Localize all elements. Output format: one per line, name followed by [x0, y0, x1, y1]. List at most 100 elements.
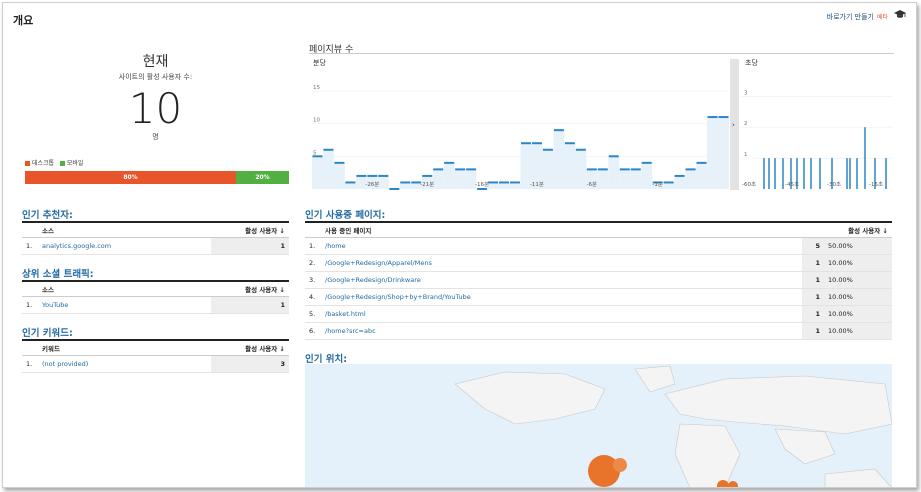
count-unit: 명	[152, 133, 159, 141]
col-source: 소스	[38, 282, 211, 297]
bar-fill	[564, 143, 576, 189]
bar-fill	[718, 117, 729, 189]
x-tick-label: -21분	[420, 181, 434, 188]
bar-fill	[707, 117, 719, 189]
table-row: 3./Google+Redesign/Drinkware 1 10.00%	[305, 271, 892, 289]
page-user-count: 1	[802, 271, 824, 289]
bar-fill	[432, 169, 444, 189]
col-active-users[interactable]: 활성 사용자 ↓	[824, 223, 892, 238]
table-row: 6./home?src=abc 1 10.00%	[305, 322, 892, 340]
location-bubble[interactable]	[613, 458, 627, 472]
x-tick-label: -6분	[587, 181, 598, 188]
page-user-percent: 10.00%	[824, 271, 892, 289]
sort-arrow-icon: ↓	[279, 286, 285, 294]
table-row: 2./Google+Redesign/Apparel/Mens 1 10.00%	[305, 254, 892, 272]
page-user-percent: 10.00%	[824, 305, 892, 323]
page-link[interactable]: /basket.html	[321, 305, 802, 323]
keywords-table: 키워드 활성 사용자 ↓ 1. (not provided) 3	[22, 341, 289, 373]
bar-fill	[696, 162, 708, 189]
keywords-title: 인기 키워드:	[22, 328, 73, 339]
x-tick-label: -16분	[475, 181, 489, 188]
sort-arrow-icon: ↓	[882, 227, 888, 235]
x-tick-label: -45초	[785, 181, 799, 188]
referrer-link[interactable]: analytics.google.com	[38, 237, 211, 255]
sort-arrow-icon: ↓	[279, 227, 285, 235]
table-row: 4./Google+Redesign/Shop+by+Brand/YouTube…	[305, 288, 892, 306]
keyword-link[interactable]: (not provided)	[38, 355, 211, 373]
page-user-percent: 50.00%	[824, 237, 892, 255]
top-social-section: 상위 소셜 트래픽: 소스 활성 사용자 ↓ 1. YouTube 1	[22, 266, 289, 314]
bar-fill	[619, 169, 631, 189]
bar-fill	[597, 169, 609, 189]
page-user-count: 1	[802, 288, 824, 306]
col-keyword: 키워드	[38, 341, 211, 356]
bar-fill	[443, 162, 455, 189]
bar-fill	[685, 169, 697, 189]
beta-badge: 베타	[876, 14, 888, 21]
shortcut-label[interactable]: 바로가기 만들기	[827, 13, 874, 21]
col-active-users[interactable]: 활성 사용자 ↓	[211, 223, 289, 238]
bar-fill	[608, 156, 620, 189]
sort-arrow-icon: ↓	[279, 345, 285, 353]
page-link[interactable]: /home	[321, 237, 802, 255]
referrers-table: 소스 활성 사용자 ↓ 1. analytics.google.com 1	[22, 223, 289, 255]
land-australia	[824, 468, 892, 487]
page-user-count: 1	[802, 322, 824, 340]
table-row: 1. (not provided) 3	[22, 355, 289, 373]
mobile-swatch	[59, 161, 65, 166]
pages-table: 사용 중인 페이지 활성 사용자 ↓ 1./home 5 50.00% 2./Googl…	[305, 223, 892, 340]
active-users-summary: 현재 사이트의 활성 사용자 수: 10 명	[23, 51, 288, 142]
location-bubble[interactable]	[588, 455, 620, 487]
x-tick-label: -26분	[365, 181, 379, 188]
desktop-swatch	[25, 161, 30, 166]
device-legend: 데스크톱 모바일	[25, 158, 83, 167]
page-link[interactable]: /Google+Redesign/Drinkware	[321, 271, 802, 289]
location-bubble[interactable]	[728, 481, 738, 488]
minute-chart-label: 분당	[313, 58, 326, 67]
bar-fill	[377, 175, 389, 189]
page-title: 개요	[13, 14, 34, 27]
top-pages-section: 인기 사용중 페이지: 사용 중인 페이지 활성 사용자 ↓ 1./home 5 50…	[305, 207, 892, 340]
realtime-overview-panel: 개요 바로가기 만들기 베타 현재 사이트의 활성 사용자 수: 10 명 데스크…	[2, 2, 917, 488]
x-tick-label: -1분	[652, 181, 663, 188]
bar-fill	[641, 162, 653, 189]
page-link[interactable]: /Google+Redesign/Apparel/Mens	[321, 254, 802, 272]
now-heading: 현재	[142, 54, 169, 70]
page-user-percent: 10.00%	[824, 322, 892, 340]
bar-fill	[322, 149, 334, 189]
bar-fill	[542, 149, 554, 189]
y-tick-label: 3	[744, 90, 748, 96]
x-tick-label: -30초	[827, 181, 841, 188]
page-link[interactable]: /Google+Redesign/Shop+by+Brand/YouTube	[321, 288, 802, 306]
desktop-bar-segment: 80%	[25, 171, 236, 184]
land-north-america	[454, 371, 606, 425]
pageviews-chart-svg: 분당 초당›15105-26분 -21분 -16분 -11분 -6분 -1분321-60초 -…	[312, 58, 893, 190]
bar-fill	[575, 149, 587, 189]
mobile-legend-label: 모바일	[66, 160, 84, 167]
x-tick-label: -15초	[869, 181, 883, 188]
y-tick-label: 1	[744, 152, 748, 158]
device-split-bar: 80% 20%	[25, 171, 289, 184]
col-active-users[interactable]: 활성 사용자 ↓	[211, 341, 289, 356]
splitter-arrow-icon: ›	[732, 121, 735, 129]
y-tick-label: 2	[744, 121, 748, 127]
referrers-title: 인기 추천자:	[22, 210, 73, 221]
desktop-legend-label: 데스크톱	[32, 160, 55, 167]
x-tick-label: -60초	[742, 181, 756, 188]
col-source: 소스	[38, 223, 211, 238]
table-row: 5./basket.html 1 10.00%	[305, 305, 892, 323]
world-map[interactable]	[305, 364, 893, 488]
x-tick-label: -11분	[530, 181, 544, 188]
bar-fill	[454, 169, 466, 189]
page-user-percent: 10.00%	[824, 288, 892, 306]
social-link[interactable]: YouTube	[38, 296, 211, 314]
col-active-users[interactable]: 활성 사용자 ↓	[211, 282, 289, 297]
top-referrers-section: 인기 추천자: 소스 활성 사용자 ↓ 1. analytics.google.co…	[22, 207, 289, 255]
page-user-count: 1	[802, 305, 824, 323]
col-page: 사용 중인 페이지	[321, 223, 802, 238]
create-shortcut-link[interactable]: 바로가기 만들기 베타	[827, 12, 888, 22]
land-africa	[674, 423, 741, 487]
page-link[interactable]: /home?src=abc	[321, 322, 802, 340]
pageviews-chart: 분당 초당 › 15 10 5 -26분 -21분 -16분 -11분 -6분 -1분 3 2 1 -60초 -…	[309, 54, 895, 190]
graduation-cap-icon[interactable]	[894, 9, 906, 22]
